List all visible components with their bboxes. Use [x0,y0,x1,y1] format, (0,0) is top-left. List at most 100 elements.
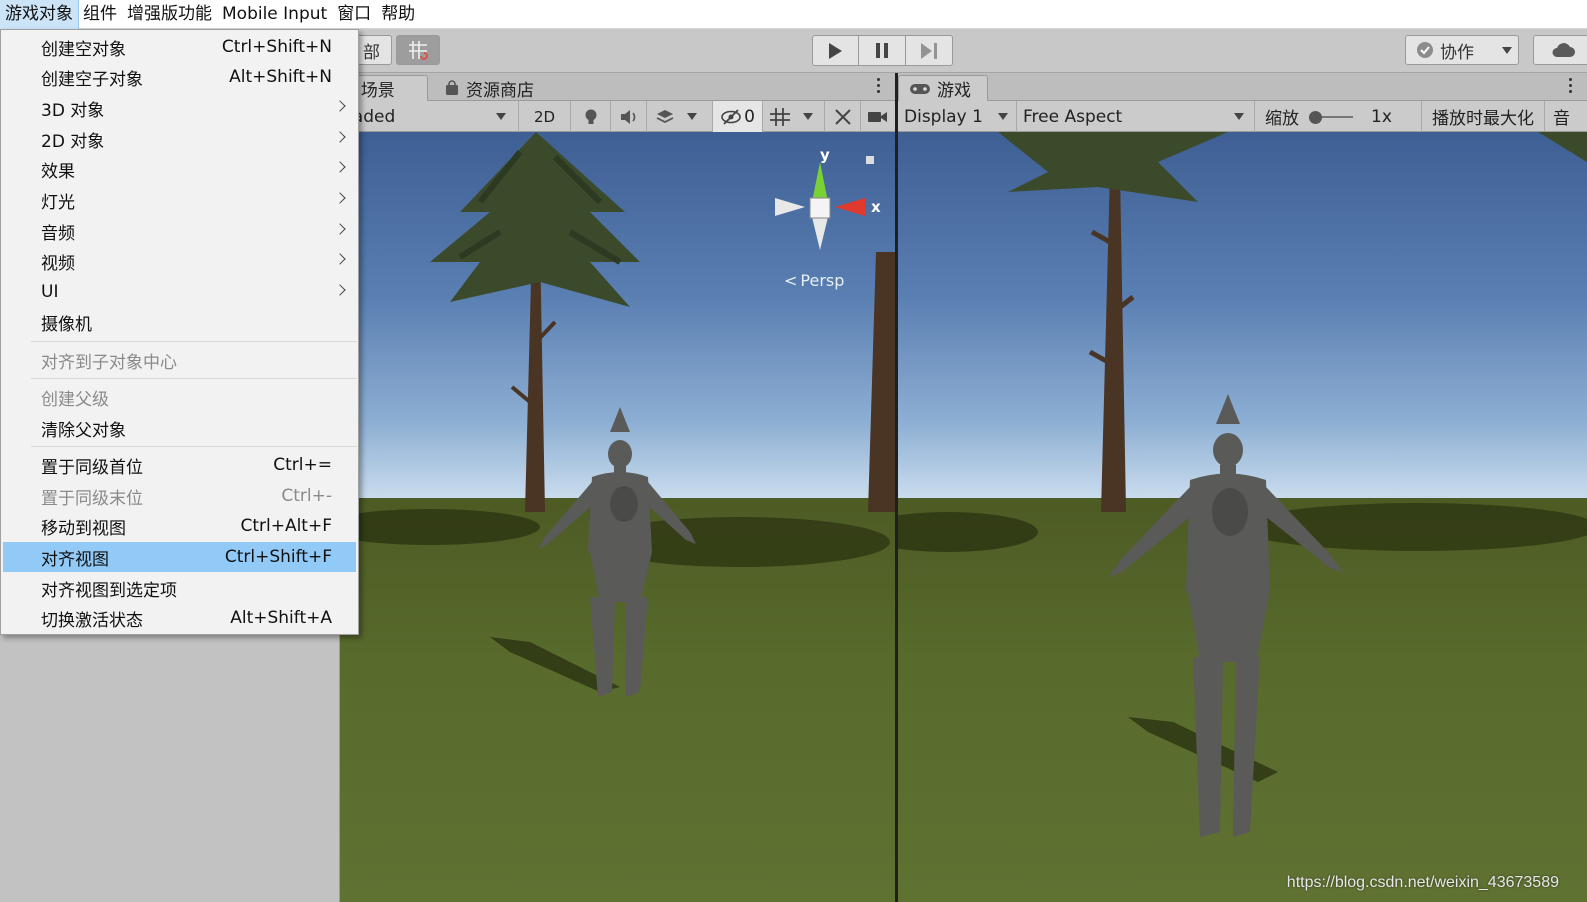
lightbulb-icon [585,109,596,124]
menu-item-create-empty[interactable]: 创建空对象 Ctrl+Shift+N [3,32,356,62]
game-viewport[interactable]: https://blog.csdn.net/weixin_43673589 [898,132,1587,902]
tab-asset-store-label: 资源商店 [466,80,534,101]
pause-button[interactable] [859,35,906,66]
menu-bar: 游戏对象 组件 增强版功能 Mobile Input 窗口 帮助 [0,0,1587,30]
maximize-on-play-label: 播放时最大化 [1432,109,1534,129]
menu-item-effects[interactable]: 效果 [3,154,356,184]
menu-item-label: 切换激活状态 [41,610,143,631]
menu-item-toggle-active[interactable]: 切换激活状态 Alt+Shift+A [3,603,356,633]
menu-item-label: 创建父级 [41,389,109,410]
menu-item-clear-parent[interactable]: 清除父对象 [3,413,356,443]
hidden-eye-icon [721,108,741,125]
mute-audio-toggle[interactable]: 音 [1545,101,1587,132]
display-dropdown[interactable]: Display 1 [898,101,1017,132]
2d-toggle-label: 2D [533,107,556,126]
scale-control: 缩放 1x [1255,101,1422,132]
menu-item-light[interactable]: 灯光 [3,185,356,215]
chevron-left-icon: < [784,271,798,290]
collab-label: 协作 [1440,42,1474,63]
scene-menu-icon[interactable] [877,78,881,93]
menu-component[interactable]: 组件 [78,0,122,29]
game-menu-icon[interactable] [1569,78,1573,93]
chevron-down-icon [998,113,1008,120]
cloud-button[interactable] [1533,35,1587,65]
tools-button[interactable] [825,101,861,132]
shading-mode-dropdown[interactable]: haded [340,101,519,132]
scene-visibility-toggle[interactable]: 0 [713,101,763,132]
menu-enhanced[interactable]: 增强版功能 [122,0,217,29]
chevron-down-icon [1234,113,1244,120]
menu-item-label: 移动到视图 [41,518,126,539]
menu-help[interactable]: 帮助 [376,0,420,29]
menu-item-shortcut: Alt+Shift+N [229,67,332,87]
menu-item-set-first-sibling[interactable]: 置于同级首位 Ctrl+= [3,450,356,480]
menu-window[interactable]: 窗口 [332,0,376,29]
menu-item-label: 效果 [41,161,75,182]
menu-item-label: 2D 对象 [41,131,105,152]
menu-item-center-on-children: 对齐到子对象中心 [3,345,356,375]
game-objects [898,132,1587,837]
grid-snap-icon [409,41,428,60]
menu-item-create-empty-child[interactable]: 创建空子对象 Alt+Shift+N [3,62,356,92]
menu-item-shortcut: Ctrl+- [281,486,332,506]
scale-slider[interactable] [1309,110,1353,124]
scene-view-panel: # 场景 资源商店 haded 2D [340,73,895,902]
menu-item-align-with-view[interactable]: 对齐视图 Ctrl+Shift+F [3,542,356,572]
effects-dropdown[interactable] [647,101,713,132]
tab-asset-store[interactable]: 资源商店 [434,75,544,101]
watermark: https://blog.csdn.net/weixin_43673589 [1286,874,1559,891]
menu-item-label: UI [41,282,59,302]
grid-icon [770,107,790,126]
menu-separator [31,378,357,379]
gamepad-icon [910,83,930,94]
menu-item-camera[interactable]: 摄像机 [3,307,356,337]
menu-separator [31,341,357,342]
layers-icon [656,109,674,123]
grid-snap-button[interactable] [396,35,440,65]
tab-game-label: 游戏 [937,81,971,101]
menu-item-move-to-view[interactable]: 移动到视图 Ctrl+Alt+F [3,511,356,541]
menu-item-video[interactable]: 视频 [3,246,356,276]
camera-button[interactable] [861,101,895,132]
menu-item-label: 音频 [41,223,75,244]
chevron-right-icon [334,100,346,112]
menu-item-audio[interactable]: 音频 [3,216,356,246]
persp-toggle[interactable]: < Persp [784,271,844,290]
menu-mobile-input[interactable]: Mobile Input [217,0,332,29]
orientation-gizmo [775,156,874,250]
chevron-right-icon [334,192,346,204]
2d-toggle-button[interactable]: 2D [519,101,571,132]
menu-item-2d-object[interactable]: 2D 对象 [3,124,356,154]
grid-dropdown[interactable] [763,101,825,132]
step-button[interactable] [906,35,953,66]
tab-game[interactable]: 游戏 [898,75,988,101]
speaker-icon [620,109,635,124]
scene-tab-bar: # 场景 资源商店 [340,73,895,101]
menu-item-label: 视频 [41,253,75,274]
collab-dropdown[interactable]: 协作 [1405,35,1519,65]
mute-audio-label: 音 [1553,109,1570,129]
menu-item-label: 对齐到子对象中心 [41,352,177,373]
scale-slider-thumb[interactable] [1309,110,1322,124]
menu-item-shortcut: Alt+Shift+A [230,608,332,628]
menu-item-ui[interactable]: UI [3,277,356,307]
chevron-right-icon [334,161,346,173]
lighting-toggle-button[interactable] [571,101,611,132]
pause-icon [876,43,888,58]
play-button[interactable] [812,35,859,66]
menu-item-3d-object[interactable]: 3D 对象 [3,93,356,123]
play-icon [829,42,842,59]
menu-gameobject[interactable]: 游戏对象 [0,0,79,30]
audio-toggle-button[interactable] [611,101,647,132]
menu-item-label: 置于同级末位 [41,488,143,509]
game-control-bar: Display 1 Free Aspect 缩放 1x 播放时最大化 音 [898,101,1587,132]
chevron-right-icon [334,253,346,265]
pivot-toggle-label: 部 [363,42,380,63]
chevron-down-icon [687,113,697,120]
scene-viewport[interactable]: y x < Persp [340,132,895,902]
menu-item-align-view-to-selected[interactable]: 对齐视图到选定项 [3,573,356,603]
gizmo-x-label: x [871,198,881,216]
aspect-dropdown[interactable]: Free Aspect [1017,101,1255,132]
scale-value: 1x [1371,106,1392,127]
maximize-on-play-toggle[interactable]: 播放时最大化 [1422,101,1545,132]
